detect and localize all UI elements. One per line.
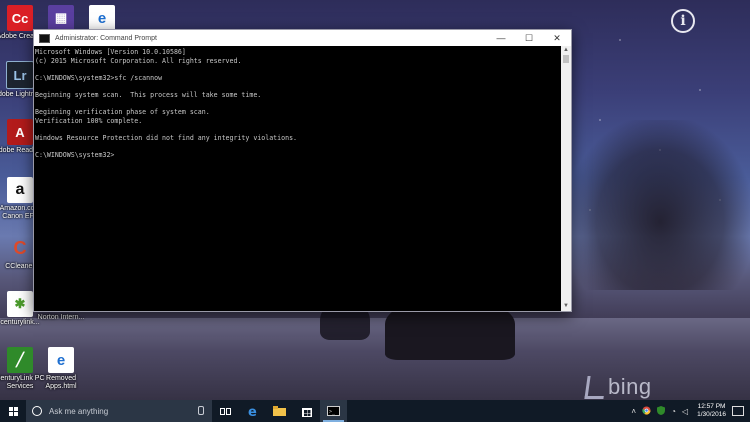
action-center-icon[interactable] — [732, 406, 744, 416]
console-line: Beginning system scan. This process will… — [35, 90, 262, 99]
show-hidden-icons-chevron-icon[interactable]: ˄ — [631, 407, 636, 416]
adobe-cc-icon: Cc — [7, 5, 33, 31]
window-controls: — ☐ ✕ — [487, 30, 571, 46]
clock-time: 12:57 PM — [697, 403, 726, 410]
task-view-icon — [220, 407, 231, 415]
console-output[interactable]: Microsoft Windows [Version 10.0.10586] (c… — [34, 46, 561, 311]
task-view-button[interactable] — [212, 400, 239, 422]
desktop-icon-removed-apps[interactable]: e Removed Apps.html — [33, 347, 89, 391]
amazon-icon: a — [7, 177, 33, 203]
network-tray-icon[interactable]: ◔ — [671, 407, 676, 416]
edge-icon: e — [248, 405, 257, 417]
taskbar-store[interactable] — [293, 400, 320, 422]
close-button[interactable]: ✕ — [543, 30, 571, 46]
volume-tray-icon[interactable]: ◁ — [682, 407, 688, 416]
centurylink-icon: ✱ — [7, 291, 33, 317]
store-icon — [301, 408, 312, 417]
console-line: Verification 100% complete. — [35, 116, 143, 125]
clock-date: 1/30/2016 — [697, 411, 726, 418]
scroll-down-icon[interactable]: ▼ — [561, 302, 571, 311]
taskbar-command-prompt[interactable]: >_ — [320, 400, 347, 422]
desktop-icon-label: Removed Apps.html — [45, 375, 77, 390]
chrome-icon — [642, 406, 651, 415]
cmd-icon — [39, 33, 50, 43]
shield-tray-icon[interactable] — [657, 405, 666, 417]
start-button[interactable] — [0, 400, 26, 422]
minimize-button[interactable]: — — [487, 30, 515, 46]
taskbar-edge[interactable]: e — [239, 400, 266, 422]
command-prompt-window[interactable]: Administrator: Command Prompt — ☐ ✕ Micr… — [33, 29, 572, 312]
console-line: Microsoft Windows [Version 10.0.10586] — [35, 48, 186, 56]
wallpaper-tree — [570, 120, 750, 290]
window-title: Administrator: Command Prompt — [55, 34, 157, 42]
system-tray: ˄ ◔ ◁ 12:57 PM 1/30/2016 — [628, 400, 750, 422]
console-line: (c) 2015 Microsoft Corporation. All righ… — [35, 56, 242, 65]
lightroom-icon: Lr — [6, 61, 34, 89]
maximize-button[interactable]: ☐ — [515, 30, 543, 46]
bing-logo-mark — [584, 376, 607, 399]
desktop-icon-html-file[interactable]: e — [74, 5, 130, 31]
scroll-up-icon[interactable]: ▲ — [561, 46, 571, 55]
microphone-icon[interactable] — [198, 406, 204, 415]
edge-file-icon: e — [89, 5, 115, 31]
window-titlebar[interactable]: Administrator: Command Prompt — ☐ ✕ — [34, 30, 571, 46]
info-icon[interactable]: i — [671, 9, 695, 33]
windows-logo-icon — [8, 406, 18, 416]
console-line: C:\WINDOWS\system32> — [35, 151, 115, 160]
desktop-icon-label: Norton Intern... — [37, 314, 85, 321]
ccleaner-icon: C — [13, 237, 27, 258]
console-line: Beginning verification phase of system s… — [35, 108, 210, 117]
console-line: Windows Resource Protection did not find… — [35, 133, 298, 142]
cmd-icon: >_ — [327, 406, 340, 416]
cortana-icon — [32, 406, 42, 416]
svg-text:>_: >_ — [329, 409, 336, 415]
desktop: Cc Adobe Creati... Lr Adobe Lightroom A … — [0, 0, 750, 400]
search-placeholder: Ask me anything — [49, 406, 109, 416]
chrome-tray-icon[interactable] — [642, 406, 651, 417]
bing-logo: bing — [608, 374, 652, 399]
folder-icon — [273, 406, 286, 416]
svg-text:e: e — [248, 405, 257, 417]
adobe-reader-icon: A — [7, 119, 33, 145]
centurylink-pc-icon: ╱ — [7, 347, 33, 373]
console-line: C:\WINDOWS\system32>sfc /scannow — [35, 73, 163, 82]
scroll-thumb[interactable] — [563, 55, 569, 63]
taskbar-file-explorer[interactable] — [266, 400, 293, 422]
purple-app-icon: ▦ — [48, 5, 74, 31]
taskbar: Ask me anything e >_ ˄ ◔ ◁ 12:57 PM 1/30… — [0, 400, 750, 422]
shield-icon — [657, 405, 666, 415]
taskbar-clock[interactable]: 12:57 PM 1/30/2016 — [697, 403, 726, 419]
cortana-search-box[interactable]: Ask me anything — [26, 400, 212, 422]
edge-file-icon: e — [48, 347, 74, 373]
vertical-scrollbar[interactable]: ▲ ▼ — [561, 46, 571, 311]
